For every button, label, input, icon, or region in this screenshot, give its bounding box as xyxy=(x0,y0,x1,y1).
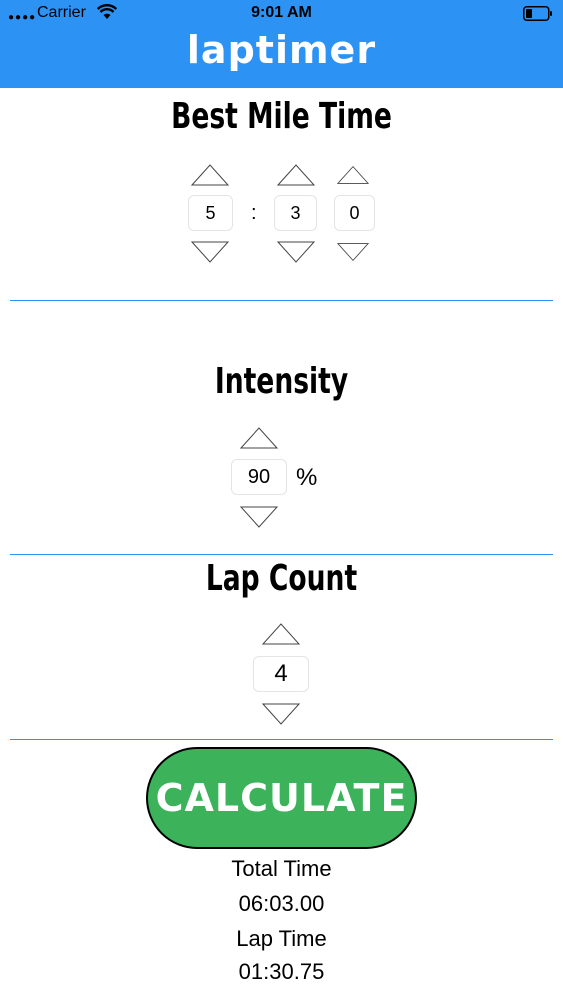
seconds-ones-up-arrow-icon[interactable] xyxy=(337,163,369,187)
app-title: laptimer xyxy=(186,28,377,72)
lap-count-up-arrow-icon[interactable] xyxy=(258,622,304,646)
seconds-ones-down-arrow-icon[interactable] xyxy=(337,240,369,264)
intensity-up-arrow-icon[interactable] xyxy=(236,426,282,450)
seconds-tens-field[interactable]: 3 xyxy=(274,195,317,231)
minutes-up-arrow-icon[interactable] xyxy=(191,163,229,187)
lap-count-title: Lap Count xyxy=(205,558,358,599)
percent-label: % xyxy=(296,464,318,491)
calculate-button[interactable]: CALCULATE xyxy=(146,747,417,849)
minutes-down-arrow-icon[interactable] xyxy=(191,240,229,264)
seconds-tens-up-arrow-icon[interactable] xyxy=(277,163,315,187)
total-time-value: 06:03.00 xyxy=(238,891,325,916)
best-mile-time-title: Best Mile Time xyxy=(171,96,392,137)
lap-time-value: 01:30.75 xyxy=(238,959,325,984)
seconds-tens-down-arrow-icon[interactable] xyxy=(277,240,315,264)
lap-time-label: Lap Time xyxy=(236,926,327,951)
status-bar: ●●●● Carrier 9:01 AM xyxy=(0,0,563,28)
minutes-field[interactable]: 5 xyxy=(188,195,233,231)
intensity-down-arrow-icon[interactable] xyxy=(236,505,282,529)
intensity-field[interactable]: 90 xyxy=(231,459,287,495)
status-time: 9:01 AM xyxy=(251,4,312,21)
section-divider xyxy=(10,554,553,555)
section-divider xyxy=(10,739,553,740)
total-time-label: Total Time xyxy=(231,856,332,881)
seconds-ones-field[interactable]: 0 xyxy=(334,195,375,231)
time-separator: : xyxy=(251,202,257,224)
intensity-title: Intensity xyxy=(214,361,349,402)
app-header: ●●●● Carrier 9:01 AM laptimer xyxy=(0,0,563,88)
section-divider xyxy=(10,300,553,301)
lap-count-down-arrow-icon[interactable] xyxy=(258,702,304,726)
battery-icon xyxy=(523,6,552,21)
lap-count-field[interactable]: 4 xyxy=(253,656,309,692)
